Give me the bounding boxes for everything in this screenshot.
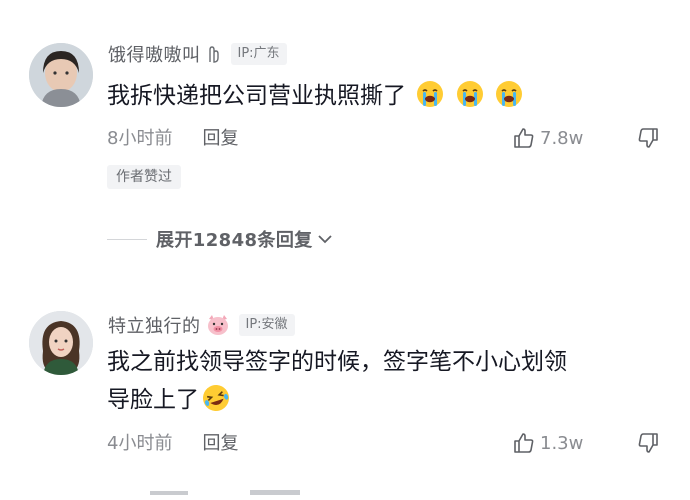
reply-button[interactable]: 回复 (202, 429, 238, 455)
laughing-face-icon (203, 385, 229, 411)
avatar-photo (29, 43, 93, 107)
avatar[interactable] (29, 311, 93, 375)
crying-face-icon (495, 81, 522, 107)
divider (107, 238, 147, 240)
pig-icon (205, 314, 231, 336)
username[interactable]: 饿得嗷嗷叫 (108, 41, 201, 67)
crying-face-icon (417, 81, 444, 107)
chevron-down-icon (317, 235, 332, 244)
hand-icon (205, 44, 223, 64)
comment-time: 4小时前 (107, 433, 173, 454)
comment-time: 8小时前 (107, 128, 173, 149)
like-count: 1.3w (540, 432, 584, 454)
expand-replies-button[interactable]: 展开12848条回复 (107, 226, 335, 252)
reply-button[interactable]: 回复 (202, 124, 238, 150)
comment-text: 我之前找领导签字的时候，签字笔不小心划领 导脸上了 (107, 344, 667, 418)
thumbs-up-icon (514, 128, 534, 148)
expand-replies-label: 展开12848条回复 (156, 230, 313, 251)
thumbs-down-icon (638, 433, 658, 453)
dislike-button[interactable] (636, 430, 660, 456)
author-liked-badge: 作者赞过 (107, 165, 181, 189)
thumbs-up-icon (514, 433, 534, 453)
crying-face-icon (456, 81, 483, 107)
username[interactable]: 特立独行的 (108, 312, 201, 338)
ip-location-badge: IP:广东 (230, 43, 287, 65)
dislike-button[interactable] (636, 125, 660, 151)
comment-text-body: 我之前找领导签字的时候，签字笔不小心划领 (107, 349, 567, 375)
comment-text: 我拆快递把公司营业执照撕了 (107, 78, 667, 114)
like-count: 7.8w (540, 127, 584, 149)
like-button[interactable]: 1.3w (512, 430, 583, 456)
ip-location-badge: IP:安徽 (238, 314, 295, 336)
avatar-photo (29, 311, 93, 375)
avatar[interactable] (29, 43, 93, 107)
like-button[interactable]: 7.8w (512, 125, 583, 151)
comment-text-body-line2: 导脸上了 (107, 387, 199, 413)
cropped-next-row (150, 490, 300, 495)
comment-text-body: 我拆快递把公司营业执照撕了 (107, 83, 406, 109)
thumbs-down-icon (638, 128, 658, 148)
